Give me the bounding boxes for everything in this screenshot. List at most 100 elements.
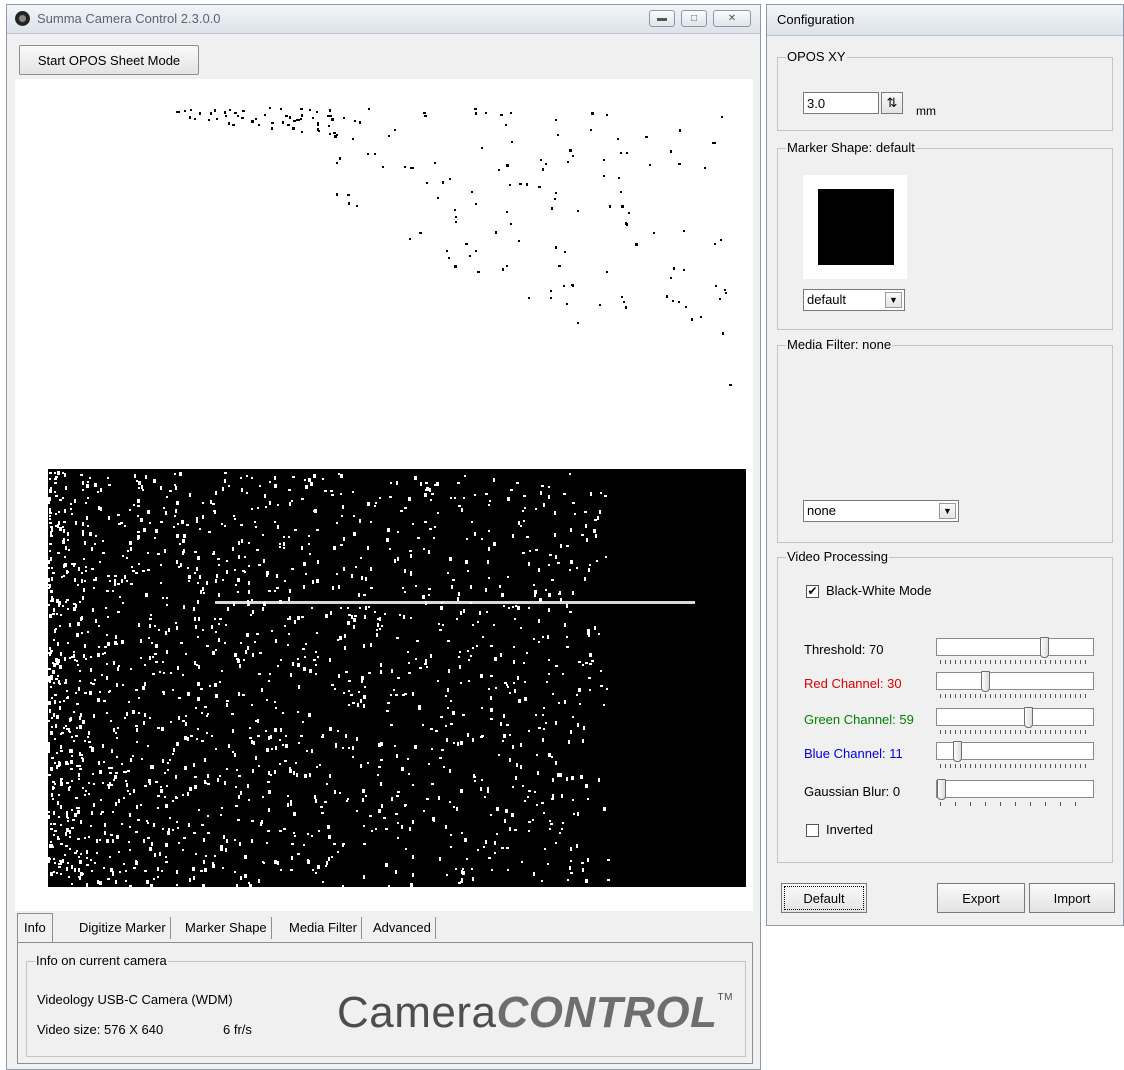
image-noise: [91, 870, 93, 872]
image-noise: [118, 523, 121, 525]
image-noise: [71, 755, 73, 757]
image-noise: [288, 536, 290, 538]
marker-shape-select[interactable]: default ▼: [803, 289, 905, 311]
image-noise: [524, 800, 526, 802]
image-noise: [528, 607, 530, 609]
start-opos-sheet-mode-button[interactable]: Start OPOS Sheet Mode: [19, 45, 199, 75]
tab-info[interactable]: Info: [17, 913, 53, 943]
image-noise: [462, 714, 465, 716]
image-noise: [569, 473, 571, 475]
image-noise: [385, 828, 388, 830]
image-noise: [345, 671, 348, 673]
image-noise: [160, 564, 162, 566]
main-titlebar[interactable]: Summa Camera Control 2.3.0.0 ▬ □ ✕: [7, 5, 760, 34]
configuration-window: Configuration OPOS XY ⇅ mm Marker Shape:…: [766, 4, 1124, 926]
chevron-down-icon[interactable]: ▼: [885, 292, 902, 308]
tab-media-filter[interactable]: Media Filter: [285, 917, 362, 939]
image-noise: [570, 530, 572, 532]
slider-thumb[interactable]: [937, 779, 946, 800]
image-noise: [512, 606, 514, 608]
image-noise: [196, 519, 198, 523]
image-noise: [377, 774, 379, 776]
image-noise: [363, 843, 366, 845]
bw-mode-checkbox[interactable]: ✔: [806, 585, 819, 598]
image-noise: [119, 596, 121, 598]
slider-thumb[interactable]: [953, 741, 962, 762]
config-titlebar[interactable]: Configuration: [767, 5, 1123, 36]
image-noise: [193, 763, 195, 767]
image-noise: [78, 778, 80, 780]
image-noise: [64, 563, 67, 567]
tab-marker-shape[interactable]: Marker Shape: [181, 917, 272, 939]
image-noise: [396, 481, 398, 485]
opos-xy-input[interactable]: [803, 92, 879, 114]
image-noise: [129, 849, 131, 851]
image-noise: [51, 596, 53, 598]
import-button[interactable]: Import: [1029, 883, 1115, 913]
image-speckle: [474, 108, 477, 110]
default-button[interactable]: Default: [781, 883, 867, 913]
minimize-icon[interactable]: ▬: [649, 10, 675, 27]
image-noise: [207, 832, 210, 834]
image-noise: [477, 849, 479, 851]
image-noise: [67, 642, 69, 644]
image-noise: [279, 543, 281, 545]
blue-channel-label: Blue Channel: 11: [804, 746, 903, 761]
image-noise: [86, 857, 88, 859]
export-button[interactable]: Export: [937, 883, 1025, 913]
image-noise: [284, 625, 286, 627]
image-noise: [425, 482, 428, 484]
spin-updown-icon[interactable]: ⇅: [881, 92, 903, 114]
image-noise: [135, 572, 138, 574]
image-noise: [49, 472, 52, 474]
image-speckle: [228, 122, 230, 125]
maximize-icon[interactable]: □: [681, 10, 707, 27]
image-noise: [316, 579, 319, 583]
image-noise: [569, 611, 572, 613]
image-noise: [51, 567, 53, 569]
chevron-down-icon[interactable]: ▼: [939, 503, 956, 519]
slider-ticks: [940, 660, 1090, 664]
image-noise: [390, 694, 392, 696]
image-noise: [315, 664, 317, 666]
blue-channel-slider[interactable]: [936, 741, 1094, 762]
threshold-slider[interactable]: [936, 637, 1094, 658]
red-channel-slider[interactable]: [936, 671, 1094, 692]
image-noise: [236, 769, 238, 771]
image-speckle: [300, 118, 302, 120]
image-noise: [512, 786, 514, 788]
slider-thumb[interactable]: [1024, 707, 1033, 728]
image-noise: [458, 656, 460, 658]
tab-advanced[interactable]: Advanced: [369, 917, 436, 939]
image-noise: [234, 839, 236, 841]
image-noise: [268, 680, 270, 682]
image-noise: [487, 787, 489, 791]
gaussian-blur-slider[interactable]: [936, 779, 1094, 800]
image-noise: [247, 646, 249, 650]
media-filter-select[interactable]: none ▼: [803, 500, 959, 522]
image-speckle: [446, 250, 448, 252]
image-speckle: [330, 115, 332, 117]
image-speckle: [329, 133, 331, 135]
image-noise: [548, 564, 550, 566]
image-speckle: [477, 271, 480, 273]
image-noise: [55, 513, 57, 515]
image-noise: [174, 515, 176, 517]
close-icon[interactable]: ✕: [713, 10, 751, 27]
image-noise: [76, 765, 78, 767]
image-noise: [70, 508, 72, 510]
slider-thumb[interactable]: [981, 671, 990, 692]
tab-digitize-marker[interactable]: Digitize Marker: [75, 917, 171, 939]
green-channel-slider[interactable]: [936, 707, 1094, 728]
image-noise: [226, 700, 229, 702]
image-noise: [379, 628, 381, 630]
inverted-checkbox[interactable]: [806, 824, 819, 837]
image-noise: [375, 502, 377, 504]
image-noise: [404, 569, 406, 573]
image-noise: [332, 586, 334, 590]
image-noise: [387, 528, 390, 532]
image-noise: [63, 727, 65, 729]
image-noise: [110, 720, 112, 722]
image-noise: [113, 779, 115, 781]
slider-thumb[interactable]: [1040, 637, 1049, 658]
